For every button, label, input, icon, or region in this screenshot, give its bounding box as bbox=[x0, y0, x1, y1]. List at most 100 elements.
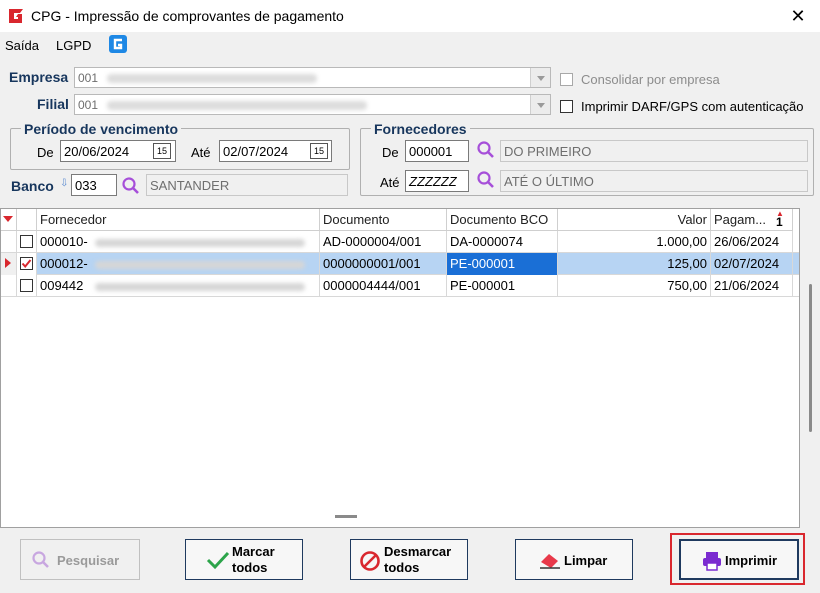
col-fornecedor[interactable]: Fornecedor bbox=[37, 209, 320, 231]
row-checkbox[interactable] bbox=[20, 235, 33, 248]
marcar-label-1: Marcar bbox=[232, 544, 275, 559]
cell-doc-bco-focused[interactable]: PE-000001 bbox=[447, 253, 558, 275]
row-marker bbox=[1, 231, 17, 253]
grid-header-check[interactable] bbox=[17, 209, 37, 231]
search-icon bbox=[32, 551, 49, 568]
limpar-button[interactable]: Limpar bbox=[515, 539, 633, 580]
row-checkbox-checked[interactable] bbox=[20, 257, 33, 270]
scrollbar-thumb[interactable] bbox=[809, 284, 812, 432]
cell-documento: 0000000001/001 bbox=[320, 253, 447, 275]
imprimir-darf-checkbox[interactable] bbox=[560, 100, 573, 113]
marcar-todos-button[interactable]: Marcar todos bbox=[185, 539, 303, 580]
cell-valor: 1.000,00 bbox=[558, 231, 711, 253]
window-title: CPG - Impressão de comprovantes de pagam… bbox=[31, 8, 344, 24]
chevron-down-icon[interactable] bbox=[530, 68, 550, 87]
app-logo-icon bbox=[9, 9, 23, 23]
periodo-de-label: De bbox=[37, 145, 54, 160]
banco-code-input[interactable]: 033 bbox=[71, 174, 117, 196]
limpar-label: Limpar bbox=[564, 553, 608, 568]
forn-de-label: De bbox=[382, 145, 399, 160]
row-checkbox-cell[interactable] bbox=[17, 231, 37, 253]
no-entry-icon bbox=[360, 551, 380, 571]
cell-documento: AD-0000004/001 bbox=[320, 231, 447, 253]
cell-documento: 0000004444/001 bbox=[320, 275, 447, 297]
filial-name-redacted bbox=[107, 101, 367, 110]
forn-ate-name: ATÉ O ÚLTIMO bbox=[504, 174, 594, 189]
menu-saida[interactable]: Saída bbox=[5, 38, 39, 53]
col-documento[interactable]: Documento bbox=[320, 209, 447, 231]
help-g-icon[interactable] bbox=[109, 35, 127, 53]
periodo-ate-label: Até bbox=[191, 145, 211, 160]
cell-fornecedor: 000012- bbox=[37, 253, 320, 275]
splitter-handle[interactable] bbox=[335, 515, 357, 518]
col-valor[interactable]: Valor bbox=[558, 209, 711, 231]
sort-down-icon: ⇩ bbox=[60, 178, 69, 189]
cell-doc-bco: PE-000001 bbox=[447, 275, 558, 297]
desmarcar-todos-button[interactable]: Desmarcar todos bbox=[350, 539, 468, 580]
consolidar-label: Consolidar por empresa bbox=[581, 72, 720, 87]
table-row-selected[interactable]: 000012- 0000000001/001 PE-000001 125,00 … bbox=[1, 253, 799, 275]
desmarcar-label-2: todos bbox=[384, 560, 420, 575]
empresa-name-redacted bbox=[107, 74, 317, 83]
pesquisar-button[interactable]: Pesquisar bbox=[20, 539, 140, 580]
chevron-down-icon[interactable] bbox=[530, 95, 550, 114]
consolidar-checkbox[interactable] bbox=[560, 73, 573, 86]
forn-ate-input[interactable]: ZZZZZZ bbox=[405, 170, 469, 192]
col-documento-bco[interactable]: Documento BCO bbox=[447, 209, 558, 231]
calendar-icon[interactable]: 15 bbox=[153, 143, 171, 159]
forn-de-value: 000001 bbox=[409, 144, 453, 159]
filial-label: Filial bbox=[37, 96, 69, 112]
empresa-value: 001 bbox=[78, 71, 99, 85]
eraser-icon bbox=[540, 554, 560, 569]
fornecedor-name-redacted bbox=[95, 283, 305, 291]
periodo-title: Período de vencimento bbox=[21, 121, 182, 137]
close-icon[interactable]: ✕ bbox=[786, 4, 810, 28]
fornecedor-name-redacted bbox=[95, 261, 305, 269]
search-icon[interactable] bbox=[476, 170, 496, 190]
sort-order-badge: 1 bbox=[776, 215, 783, 229]
search-icon[interactable] bbox=[121, 176, 141, 196]
row-checkbox-cell[interactable] bbox=[17, 275, 37, 297]
table-row[interactable]: 000010- AD-0000004/001 DA-0000074 1.000,… bbox=[1, 231, 799, 253]
printer-icon bbox=[703, 552, 721, 571]
search-icon[interactable] bbox=[476, 140, 496, 160]
banco-name-value: SANTANDER bbox=[150, 178, 230, 193]
desmarcar-label-1: Desmarcar bbox=[384, 544, 452, 559]
cell-pagamento: 02/07/2024 bbox=[711, 253, 793, 275]
col-pagamento-label: Pagam... bbox=[714, 212, 767, 227]
grid-header-marker bbox=[1, 209, 17, 231]
empresa-combo[interactable]: 001 bbox=[74, 67, 551, 88]
cell-pagamento: 21/06/2024 bbox=[711, 275, 793, 297]
pesquisar-label: Pesquisar bbox=[57, 553, 120, 568]
forn-ate-label: Até bbox=[380, 175, 400, 190]
cell-fornecedor: 000010- bbox=[37, 231, 320, 253]
fornecedor-code: 000012- bbox=[40, 256, 88, 271]
forn-de-input[interactable]: 000001 bbox=[405, 140, 469, 162]
payments-grid[interactable]: Fornecedor Documento Documento BCO Valor… bbox=[0, 208, 800, 528]
fornecedores-title: Fornecedores bbox=[371, 121, 470, 137]
imprimir-button[interactable]: Imprimir bbox=[679, 539, 799, 580]
row-checkbox-cell[interactable] bbox=[17, 253, 37, 275]
fornecedor-code: 009442 bbox=[40, 278, 84, 293]
table-row[interactable]: 009442 0000004444/001 PE-000001 750,00 2… bbox=[1, 275, 799, 297]
imprimir-darf-label: Imprimir DARF/GPS com autenticação bbox=[581, 99, 804, 114]
check-icon bbox=[21, 259, 32, 269]
fornecedor-name-redacted bbox=[95, 239, 305, 247]
menu-lgpd[interactable]: LGPD bbox=[56, 38, 91, 53]
marcar-label-2: todos bbox=[232, 560, 268, 575]
imprimir-label: Imprimir bbox=[725, 553, 778, 568]
cell-valor: 125,00 bbox=[558, 253, 711, 275]
forn-ate-value: ZZZZZZ bbox=[409, 174, 457, 189]
filial-combo[interactable]: 001 bbox=[74, 94, 551, 115]
calendar-icon[interactable]: 15 bbox=[310, 143, 328, 159]
empresa-label: Empresa bbox=[9, 69, 69, 85]
banco-code-value: 033 bbox=[75, 178, 97, 193]
row-checkbox[interactable] bbox=[20, 279, 33, 292]
filial-value: 001 bbox=[78, 98, 99, 112]
row-pointer-icon bbox=[5, 258, 11, 268]
vertical-scrollbar[interactable] bbox=[801, 208, 820, 528]
forn-ate-name-field: ATÉ O ÚLTIMO bbox=[500, 170, 808, 192]
periodo-de-value: 20/06/2024 bbox=[64, 144, 130, 159]
cell-valor: 750,00 bbox=[558, 275, 711, 297]
row-marker bbox=[1, 275, 17, 297]
